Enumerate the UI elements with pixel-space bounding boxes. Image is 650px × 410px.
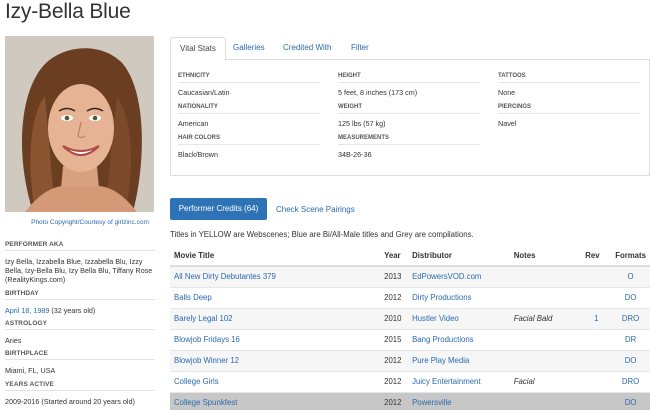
color-legend-notice: Titles in YELLOW are Webscenes; Blue are… [170,230,474,239]
stat-height: HEIGHT 5 feet, 8 inches (173 cm) [338,73,480,97]
years-active-label: YEARS ACTIVE [5,381,54,388]
table-row: Blowjob Winner 12 2012 Pure Play Media D… [170,349,650,371]
photo-credit-link[interactable]: Photo Copyright/Courtesy of girlzinc.com [5,219,175,227]
birthday-age: (32 years old) [51,306,96,315]
stat-ethnicity: ETHNICITY Caucasian/Latin [178,73,320,97]
distributor-link[interactable]: Juicy Entertainment [412,377,480,386]
aka-value: Izy Bella, Izzabella Blue, Izzabella Blu… [5,257,153,284]
movie-notes: Facial Bald [509,307,582,329]
table-row: College Spunkfest 2012 Powersville DO [170,391,650,410]
tab-galleries[interactable]: Galleries [233,37,265,60]
movie-notes [509,391,582,410]
astrology-section: ASTROLOGY Aries [5,320,155,345]
stat-measurements: MEASUREMENTS 34B-26-36 [338,135,480,159]
formats-link[interactable]: DO [625,356,637,365]
astrology-label: ASTROLOGY [5,320,48,327]
movie-notes [509,349,582,371]
col-year[interactable]: Year [380,245,409,267]
stat-nationality: NATIONALITY American [178,104,320,128]
movie-title-link[interactable]: College Spunkfest [174,398,237,407]
credits-table: Movie Title Year Distributor Notes Rev F… [170,245,650,410]
performer-photo [5,36,154,212]
movie-notes [509,286,582,308]
movie-year: 2012 [380,370,409,392]
formats-link[interactable]: O [628,272,634,281]
col-distributor[interactable]: Distributor [408,245,510,267]
birthday-label: BIRTHDAY [5,290,39,297]
formats-link[interactable]: DRO [622,377,639,386]
distributor-link[interactable]: EdPowersVOD.com [412,272,481,281]
aka-section: PERFORMER AKA Izy Bella, Izzabella Blue,… [5,241,155,284]
aka-label: PERFORMER AKA [5,241,64,248]
movie-title-link[interactable]: Balls Deep [174,293,212,302]
stat-hair-colors: HAIR COLORS Black/Brown [178,135,320,159]
birthplace-section: BIRTHPLACE Miami, FL, USA [5,350,155,375]
tab-filter[interactable]: Filter [351,37,369,60]
formats-link[interactable]: DO [625,398,637,407]
stat-piercings: PIERCINGS Navel [498,104,640,128]
review-link[interactable]: 1 [594,314,598,323]
movie-title-link[interactable]: Blowjob Winner 12 [174,356,239,365]
movie-title-link[interactable]: Barely Legal 102 [174,314,233,323]
col-rev: Rev [581,245,612,267]
table-row: Balls Deep 2012 Dirty Productions DO [170,286,650,308]
years-active-value: 2009-2016 (Started around 20 years old) [5,397,135,406]
astrology-link[interactable]: Aries [5,336,155,345]
distributor-link[interactable]: Pure Play Media [412,356,469,365]
birthplace-label: BIRTHPLACE [5,350,48,357]
table-row: All New Dirty Debutantes 379 2013 EdPowe… [170,265,650,287]
table-row: Blowjob Fridays 16 2015 Bang Productions… [170,328,650,350]
distributor-link[interactable]: Bang Productions [412,335,474,344]
movie-year: 2012 [380,349,409,371]
col-notes: Notes [509,245,582,267]
movie-year: 2013 [380,265,409,287]
movie-year: 2012 [380,391,409,410]
movie-year: 2015 [380,328,409,350]
credits-header-row: Movie Title Year Distributor Notes Rev F… [170,245,650,267]
movie-title-link[interactable]: College Girls [174,377,219,386]
table-row: College Girls 2012 Juicy Entertainment F… [170,370,650,392]
distributor-link[interactable]: Powersville [412,398,451,407]
check-scene-pairings-link[interactable]: Check Scene Pairings [276,205,355,214]
stat-tattoos: TATTOOS None [498,73,640,97]
tab-credited-with[interactable]: Credited With [283,37,331,60]
movie-notes: Facial [509,370,582,392]
distributor-link[interactable]: Dirty Productions [412,293,471,302]
formats-link[interactable]: DR [625,335,636,344]
stats-tabs: Vital Stats Galleries Credited With Filt… [170,37,650,61]
performer-credits-button[interactable]: Performer Credits (64) [170,198,267,220]
stat-weight: WEIGHT 125 lbs (57 kg) [338,104,480,128]
col-formats: Formats [611,245,650,267]
years-active-section: YEARS ACTIVE 2009-2016 (Started around 2… [5,381,155,406]
movie-title-link[interactable]: All New Dirty Debutantes 379 [174,272,276,281]
movie-notes [509,265,582,287]
birthday-section: BIRTHDAY April 18, 1989 (32 years old) [5,290,155,315]
movie-year: 2012 [380,286,409,308]
tab-vital-stats[interactable]: Vital Stats [170,37,226,61]
movie-year: 2010 [380,307,409,329]
vital-stats-panel: ETHNICITY Caucasian/Latin NATIONALITY Am… [170,59,650,176]
col-movie-title[interactable]: Movie Title [170,245,381,267]
birthplace-value: Miami, FL, USA [5,366,56,375]
movie-notes [509,328,582,350]
movie-title-link[interactable]: Blowjob Fridays 16 [174,335,240,344]
birthday-date-link[interactable]: April 18, 1989 [5,306,49,315]
distributor-link[interactable]: Hustler Video [412,314,459,323]
table-row: Barely Legal 102 2010 Hustler Video Faci… [170,307,650,329]
formats-link[interactable]: DRO [622,314,639,323]
page-title: Izy-Bella Blue [5,0,131,23]
performer-photo-image [5,36,154,212]
formats-link[interactable]: DO [625,293,637,302]
